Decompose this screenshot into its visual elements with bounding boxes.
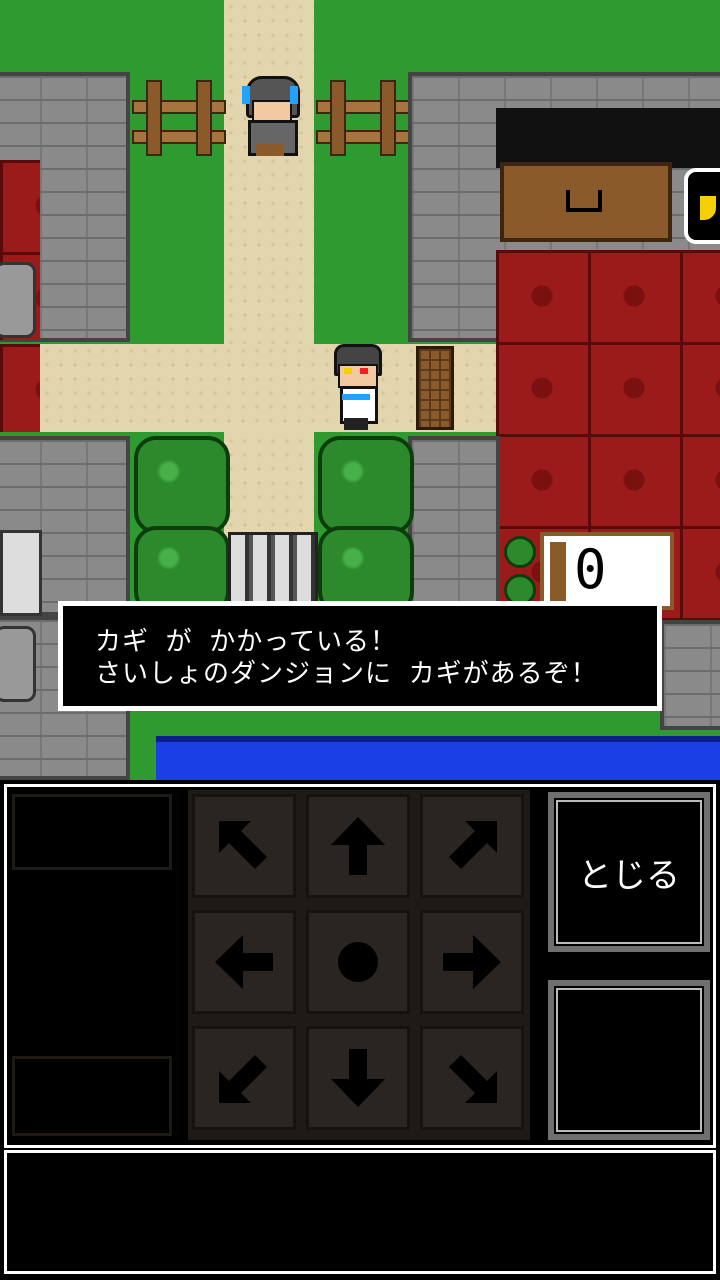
player-character <box>332 344 382 432</box>
arrow-down-icon <box>331 1049 385 1107</box>
banana-shape <box>700 196 716 220</box>
arrow-right-icon <box>443 935 501 989</box>
close-button[interactable]: とじる <box>548 792 710 952</box>
fence-post <box>330 80 346 156</box>
dpad-up-left-button[interactable] <box>192 794 296 898</box>
right-building-interior-top <box>496 108 720 168</box>
arrow-down-right-icon <box>449 1055 497 1103</box>
banana-item-icon <box>684 168 720 244</box>
left-slot-bottom[interactable] <box>12 1056 172 1136</box>
fence-post <box>380 80 396 156</box>
left-sign-icon <box>0 262 36 338</box>
counter-sign-post <box>550 542 566 606</box>
left-doorway-floor <box>0 344 40 432</box>
center-dot-icon <box>338 942 378 982</box>
npc-character[interactable] <box>238 76 302 156</box>
dpad-down-right-button[interactable] <box>420 1026 524 1130</box>
counter-sign: 0 <box>540 532 674 610</box>
dpad-center-button[interactable] <box>306 910 410 1014</box>
left-lower-sign-icon <box>0 626 36 702</box>
chest-lock-icon <box>566 190 602 212</box>
dpad-up-right-button[interactable] <box>420 794 524 898</box>
dpad-left-button[interactable] <box>192 910 296 1014</box>
dpad-down-button[interactable] <box>306 1026 410 1130</box>
shop-counter-icon <box>0 530 42 616</box>
dpad-up-button[interactable] <box>306 794 410 898</box>
arrow-up-left-icon <box>219 821 267 869</box>
arrow-down-left-icon <box>219 1055 267 1103</box>
right-lower-wall <box>408 436 500 616</box>
dialog-line-2: さいしょのダンジョンに カギがあるぞ！ <box>95 659 598 689</box>
dpad-down-left-button[interactable] <box>192 1026 296 1130</box>
fence-post <box>196 80 212 156</box>
action-button[interactable] <box>548 980 710 1140</box>
arrow-left-icon <box>215 935 273 989</box>
plant-icon <box>504 536 536 606</box>
fence-post <box>146 80 162 156</box>
stairs-down[interactable] <box>228 532 318 608</box>
treasure-chest[interactable] <box>500 162 672 242</box>
dpad <box>188 790 530 1140</box>
dialog-line-1: カギ が かかっている！ <box>95 627 398 657</box>
dialog-box[interactable]: カギ が かかっている！ さいしょのダンジョンに カギがあるぞ！ <box>58 601 662 711</box>
bottom-panel <box>4 1150 716 1274</box>
bush <box>318 436 414 534</box>
arrow-up-icon <box>331 817 385 875</box>
dpad-right-button[interactable] <box>420 910 524 1014</box>
locked-door[interactable] <box>416 346 454 430</box>
water <box>156 736 720 780</box>
left-slot-top[interactable] <box>12 794 172 870</box>
game-map[interactable]: 0 カギ が かかっている！ さいしょのダンジョンに カギがあるぞ！ <box>0 0 720 780</box>
close-button-label: とじる <box>578 855 680 896</box>
control-panel: とじる <box>0 780 720 1280</box>
arrow-up-right-icon <box>449 821 497 869</box>
counter-value: 0 <box>574 538 607 601</box>
bush <box>134 436 230 534</box>
right-bottom-wall <box>660 620 720 730</box>
